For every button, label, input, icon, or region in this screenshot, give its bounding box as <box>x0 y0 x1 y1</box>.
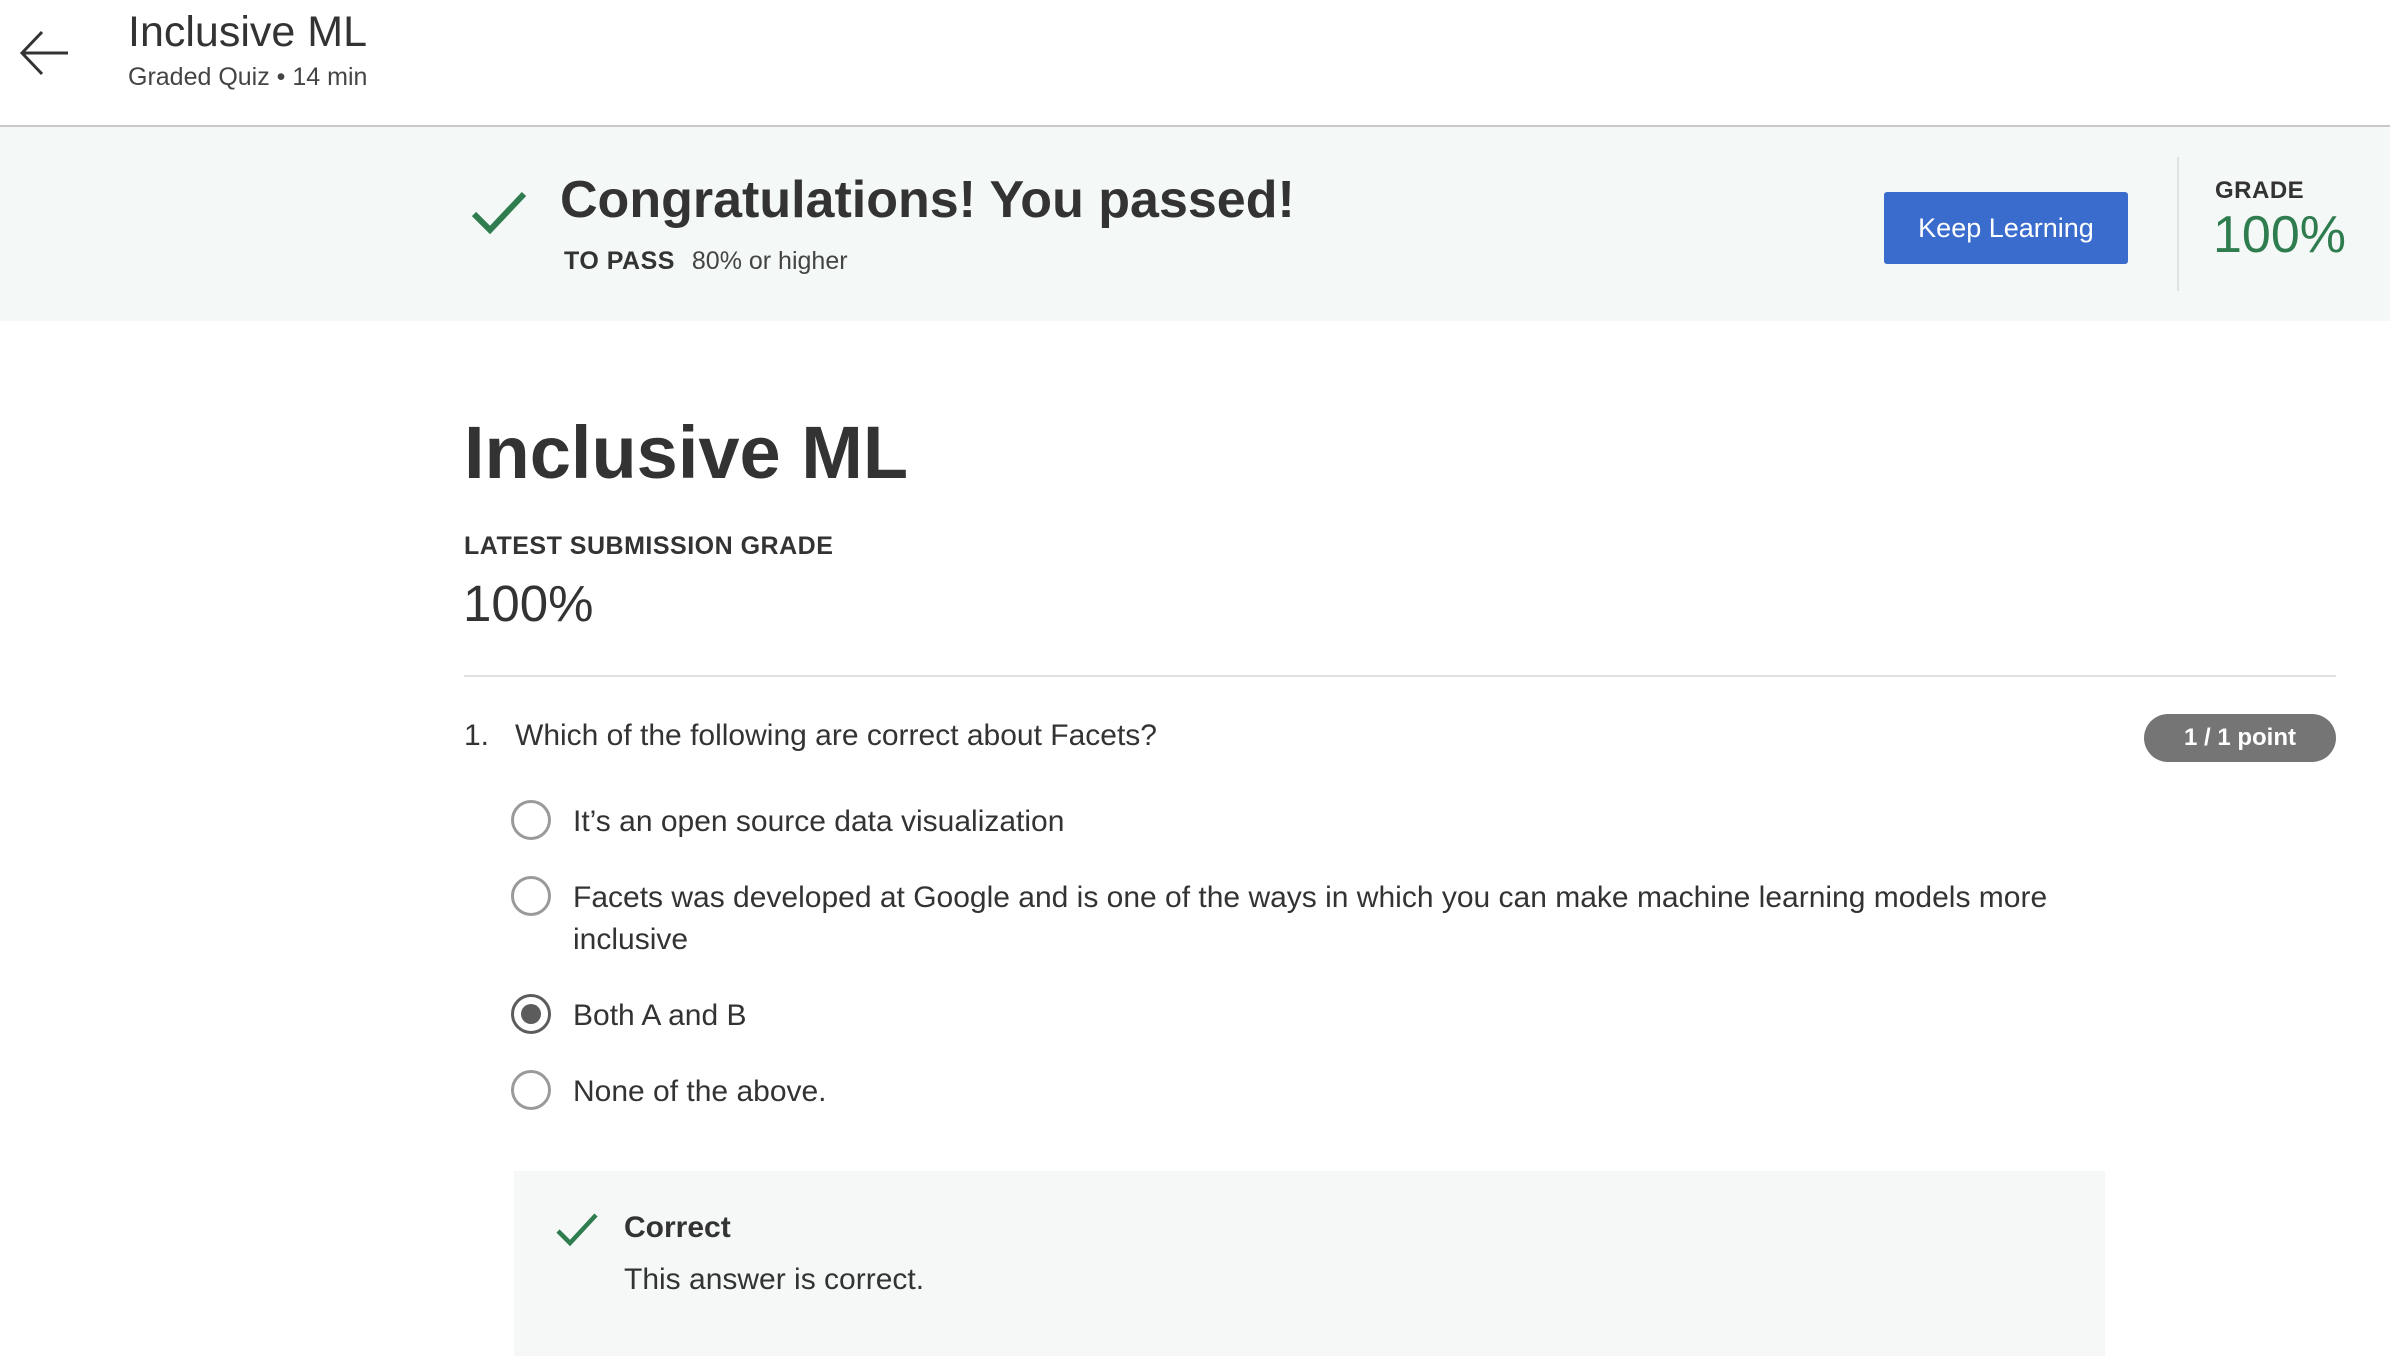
latest-grade-value: 100% <box>463 575 594 632</box>
checkmark-icon <box>471 191 527 235</box>
course-title: Inclusive ML <box>128 8 367 56</box>
to-pass-label: TO PASS <box>564 247 675 275</box>
feedback-text: This answer is correct. <box>624 1263 925 1296</box>
points-badge: 1 / 1 point <box>2144 714 2336 762</box>
grade-value: 100% <box>2213 206 2346 264</box>
feedback-title: Correct <box>624 1211 731 1244</box>
question-text: Which of the following are correct about… <box>515 719 1157 752</box>
arrow-left-icon <box>19 30 68 76</box>
divider <box>464 675 2336 677</box>
latest-grade-label: LATEST SUBMISSION GRADE <box>464 532 834 560</box>
option-label: Facets was developed at Google and is on… <box>573 881 2048 956</box>
pass-heading: Congratulations! You passed! <box>560 171 1295 229</box>
checkmark-icon <box>556 1213 598 1247</box>
radio-button[interactable] <box>511 800 551 840</box>
result-banner: Congratulations! You passed! TO PASS 80%… <box>0 127 2390 321</box>
to-pass-value: 80% or higher <box>691 247 848 275</box>
option-label: None of the above. <box>573 1075 827 1108</box>
radio-button[interactable] <box>511 876 551 916</box>
page-title: Inclusive ML <box>464 411 909 494</box>
feedback-panel: Correct This answer is correct. <box>514 1171 2105 1356</box>
banner-divider <box>2177 157 2179 291</box>
back-button[interactable] <box>14 22 76 84</box>
pass-requirement: TO PASS 80% or higher <box>564 247 848 276</box>
quiz-meta: Graded Quiz • 14 min <box>128 63 368 91</box>
grade-label: GRADE <box>2215 177 2305 204</box>
option-label: Both A and B <box>573 999 747 1032</box>
option-label: It’s an open source data visualization <box>573 805 1065 838</box>
radio-button-selected[interactable] <box>511 994 551 1034</box>
keep-learning-button[interactable]: Keep Learning <box>1884 192 2128 264</box>
radio-button[interactable] <box>511 1070 551 1110</box>
top-bar: Inclusive ML Graded Quiz • 14 min <box>0 0 2390 127</box>
question-number: 1. <box>464 719 490 752</box>
